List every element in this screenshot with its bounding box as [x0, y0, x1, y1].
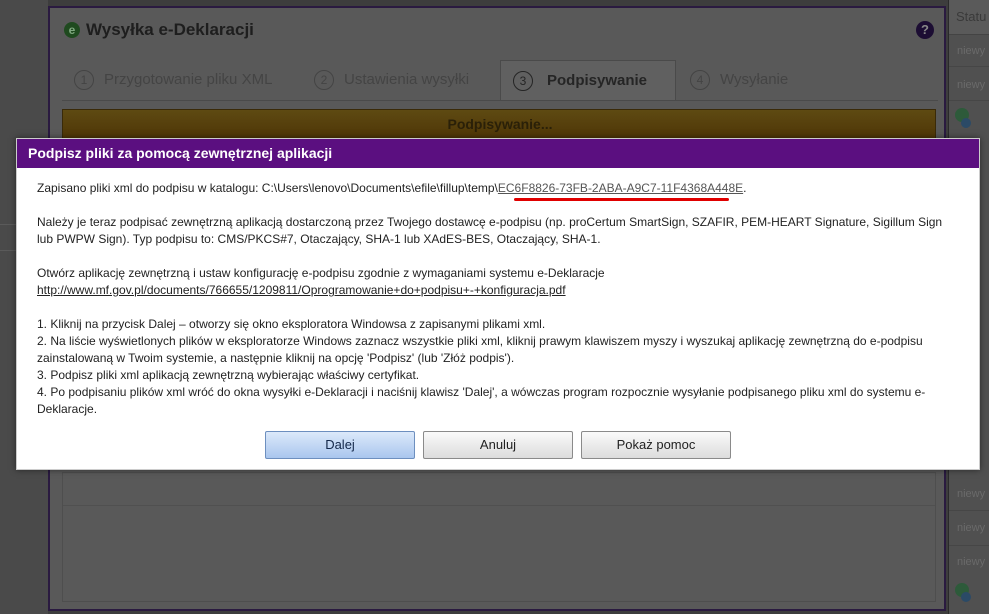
- status-cell: niewy: [957, 488, 986, 500]
- status-cell: niewy: [957, 522, 986, 534]
- tab-send-settings[interactable]: 2 Ustawienia wysyłki: [314, 60, 494, 100]
- catalog-path-text: Zapisano pliki xml do podpisu w katalogu…: [37, 181, 498, 195]
- tab-label: Przygotowanie pliku XML: [104, 71, 273, 88]
- step-1: 1. Kliknij na przycisk Dalej – otworzy s…: [37, 317, 546, 331]
- step-number: 4: [690, 70, 710, 90]
- edeklaracje-logo-icon: e: [64, 22, 80, 38]
- status-cell: niewy: [957, 556, 986, 568]
- status-info-icon: [961, 592, 971, 602]
- step-3: 3. Podpisz pliki xml aplikacją zewnętrzn…: [37, 368, 420, 382]
- tab-label: Ustawienia wysyłki: [344, 71, 470, 88]
- step-number: 2: [314, 70, 334, 90]
- tab-sending[interactable]: 4 Wysyłanie: [690, 60, 840, 100]
- step-number: 1: [74, 70, 94, 90]
- tab-signing[interactable]: 3 Podpisywanie: [500, 60, 676, 100]
- cancel-button[interactable]: Anuluj: [423, 431, 573, 459]
- progress-label: Podpisywanie...: [447, 116, 553, 132]
- dialog-title: Podpisz pliki za pomocą zewnętrznej apli…: [17, 139, 979, 168]
- config-pdf-link[interactable]: http://www.mf.gov.pl/documents/766655/12…: [37, 283, 566, 297]
- signing-progress-bar: Podpisywanie...: [62, 109, 936, 139]
- config-instructions: Otwórz aplikację zewnętrzną i ustaw konf…: [37, 266, 605, 280]
- wizard-steps: 1 Przygotowanie pliku XML 2 Ustawienia w…: [62, 60, 938, 101]
- catalog-paragraph: Zapisano pliki xml do podpisu w katalogu…: [37, 180, 746, 197]
- step-4-line1: 4. Po podpisaniu plików xml wróć do okna…: [37, 385, 926, 399]
- next-button[interactable]: Dalej: [265, 431, 415, 459]
- window-title: Wysyłka e-Deklaracji: [86, 20, 254, 39]
- window-content-area: [62, 472, 936, 602]
- step-4-line2: Deklaracje.: [37, 402, 98, 416]
- sign-external-app-dialog: Podpisz pliki za pomocą zewnętrznej apli…: [16, 138, 980, 470]
- show-help-button[interactable]: Pokaż pomoc: [581, 431, 731, 459]
- step-2-line1: 2. Na liście wyświetlonych plików w eksp…: [37, 334, 923, 348]
- status-column-header: Statu: [949, 0, 989, 35]
- status-info-icon: [961, 118, 971, 128]
- catalog-suffix: .: [743, 181, 747, 195]
- status-cell: niewy: [957, 45, 986, 57]
- signature-instructions-line2: lub PWPW Sign). Typ podpisu to: CMS/PKCS…: [37, 232, 601, 246]
- status-cell: niewy: [957, 79, 986, 91]
- status-header-label: Statu: [956, 9, 987, 24]
- tab-label: Wysyłanie: [720, 71, 789, 88]
- guid-highlight-underline: [514, 198, 729, 201]
- signature-instructions-line1: Należy je teraz podpisać zewnętrzną apli…: [37, 215, 943, 229]
- tab-label: Podpisywanie: [547, 72, 648, 89]
- step-2-line2: zainstalowaną w Twoim systemie, a następ…: [37, 351, 515, 365]
- config-link-row: http://www.mf.gov.pl/documents/766655/12…: [37, 282, 566, 299]
- help-icon[interactable]: ?: [916, 21, 934, 39]
- catalog-guid[interactable]: EC6F8826-73FB-2ABA-A9C7-11F4368A448E: [498, 181, 743, 195]
- step-number: 3: [513, 71, 533, 91]
- tab-xml-preparation[interactable]: 1 Przygotowanie pliku XML: [74, 60, 274, 100]
